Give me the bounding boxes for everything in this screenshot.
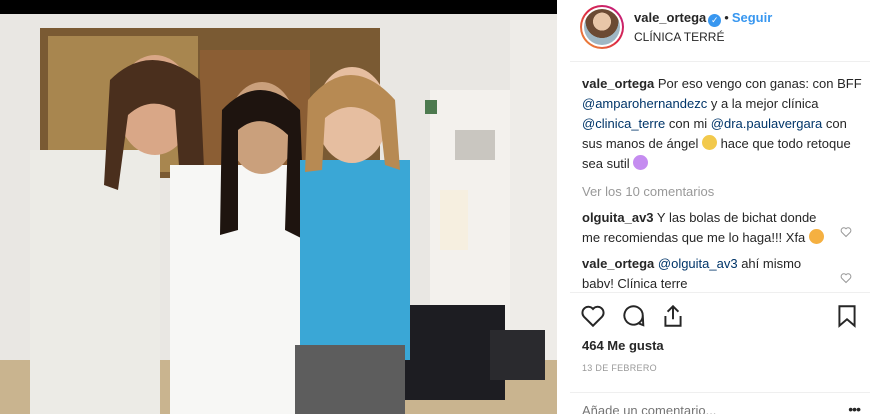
mention-link[interactable]: @clinica_terre (582, 116, 665, 131)
caption-username[interactable]: vale_ortega (582, 76, 654, 91)
share-icon[interactable] (660, 303, 686, 329)
add-comment-input[interactable] (582, 403, 822, 414)
avatar[interactable] (580, 5, 624, 49)
woman-gesturing-emoji-icon (633, 155, 649, 170)
comment: olguita_av3 Y las bolas de bichat donde … (582, 208, 862, 248)
mention-link[interactable]: @dra.paulavergara (711, 116, 822, 131)
likes-count[interactable]: 464 Me gusta (582, 338, 664, 353)
caption-text: y a la mejor clínica (707, 96, 819, 111)
comment-username[interactable]: olguita_av3 (582, 210, 654, 225)
comment-bubble-icon[interactable] (620, 303, 646, 329)
caption: vale_ortega Por eso vengo con ganas: con… (582, 74, 862, 174)
comments-section: vale_ortega Por eso vengo con ganas: con… (582, 74, 862, 300)
post-photo[interactable] (0, 0, 557, 414)
comment-username[interactable]: vale_ortega (582, 256, 654, 271)
verified-badge-icon: ✓ (708, 14, 722, 27)
blushing-emoji-icon (808, 229, 824, 244)
comment-like-heart-icon[interactable] (840, 226, 852, 238)
more-options-icon[interactable]: ••• (848, 401, 861, 414)
angel-emoji-icon (701, 135, 717, 150)
mention-link[interactable]: @olguita_av3 (658, 256, 738, 271)
post-side-panel: vale_ortega ✓ • Seguir CLÍNICA TERRÉ vale_o… (570, 0, 870, 414)
like-heart-icon[interactable] (580, 303, 606, 329)
post-header: vale_ortega ✓ • Seguir CLÍNICA TERRÉ (570, 0, 870, 62)
caption-text: con mi (665, 116, 711, 131)
comment-like-heart-icon[interactable] (840, 272, 852, 284)
location-link[interactable]: CLÍNICA TERRÉ (634, 30, 724, 44)
add-comment-row: ••• (570, 392, 870, 414)
post-date: 13 DE FEBRERO (582, 363, 657, 373)
caption-text: Por eso vengo con ganas: con BFF (657, 76, 862, 91)
comment: vale_ortega @olguita_av3 ahí mismo babv!… (582, 254, 862, 294)
follow-button[interactable]: Seguir (732, 10, 772, 25)
save-bookmark-icon[interactable] (834, 303, 860, 329)
view-all-comments-link[interactable]: Ver los 10 comentarios (582, 182, 862, 202)
header-username[interactable]: vale_ortega (634, 10, 706, 25)
mention-link[interactable]: @amparohernandezc (582, 96, 707, 111)
separator-dot: • (724, 10, 729, 25)
